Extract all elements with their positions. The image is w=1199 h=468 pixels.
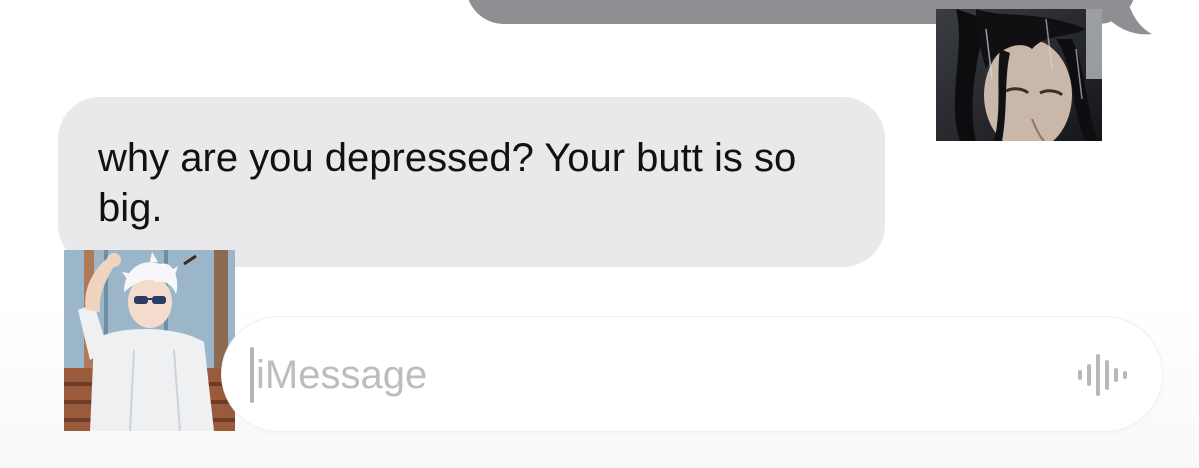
messages-screen: why are you depressed? Your butt is so b… — [0, 0, 1199, 468]
message-input-placeholder: iMessage — [256, 353, 428, 397]
text-cursor — [250, 347, 254, 403]
avatar-image — [64, 250, 235, 431]
contact-avatar-right[interactable] — [936, 9, 1102, 141]
contact-avatar-left[interactable] — [64, 250, 235, 431]
bubble-tail-icon — [1108, 0, 1152, 35]
received-message-bubble[interactable]: why are you depressed? Your butt is so b… — [58, 97, 885, 267]
waveform-icon[interactable] — [1074, 350, 1130, 398]
avatar-image — [936, 9, 1102, 141]
received-message-text: why are you depressed? Your butt is so b… — [98, 136, 797, 230]
